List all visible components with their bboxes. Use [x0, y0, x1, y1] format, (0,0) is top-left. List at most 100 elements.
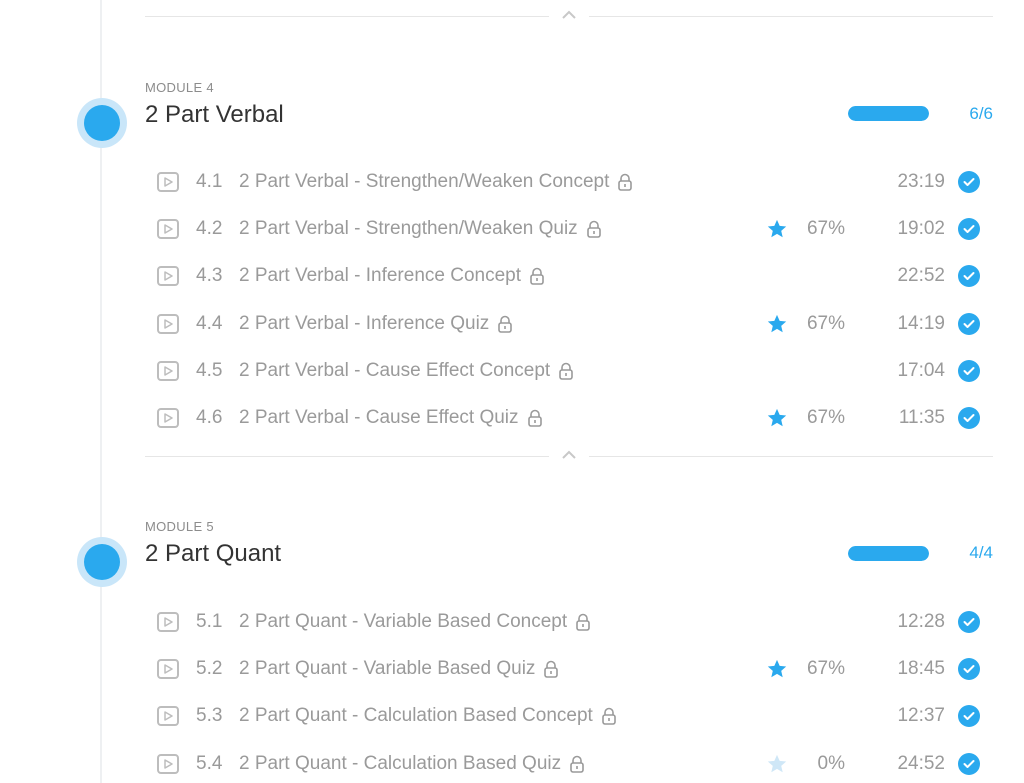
lock-icon [527, 409, 543, 427]
lesson-row[interactable]: 4.2 2 Part Verbal - Strengthen/Weaken Qui… [145, 214, 993, 244]
lesson-row[interactable]: 5.4 2 Part Quant - Calculation Based Quiz… [145, 749, 993, 779]
lesson-duration: 12:28 [897, 611, 945, 632]
lesson-title[interactable]: 2 Part Quant - Variable Based Quiz [239, 658, 535, 680]
lesson-row[interactable]: 4.1 2 Part Verbal - Strengthen/Weaken Con… [145, 167, 993, 197]
lesson-row[interactable]: 4.5 2 Part Verbal - Cause Effect Concept 1… [145, 356, 993, 386]
completed-check-icon [958, 611, 980, 633]
play-video-icon[interactable] [157, 612, 179, 632]
lesson-title-wrap[interactable]: 2 Part Quant - Calculation Based Concept [239, 705, 617, 727]
lesson-score: 67% [806, 218, 845, 240]
score-star-icon [766, 753, 788, 780]
score-star-icon [766, 407, 788, 434]
play-video-icon[interactable] [157, 659, 179, 680]
play-video-icon[interactable] [157, 408, 179, 428]
completed-check-icon [958, 752, 980, 775]
module-4-progress-count: 6/6 [969, 104, 993, 123]
lesson-number: 4.5 [196, 359, 223, 381]
module-4-title[interactable]: 2 Part Verbal [145, 101, 284, 129]
collapse-chevron-up-icon[interactable] [549, 5, 589, 25]
lesson-duration: 18:45 [897, 658, 945, 680]
module-5-timeline-dot [77, 537, 127, 587]
lesson-duration: 11:35 [898, 407, 945, 428]
lesson-number: 5.3 [196, 705, 223, 727]
lesson-title-wrap[interactable]: 2 Part Verbal - Inference Concept [239, 265, 545, 287]
lesson-title-wrap[interactable]: 2 Part Verbal - Cause Effect Quiz [239, 407, 543, 429]
lock-icon [497, 315, 513, 333]
lesson-duration: 22:52 [897, 265, 945, 287]
completed-check-icon [958, 705, 980, 728]
lesson-title[interactable]: 2 Part Verbal - Inference Concept [239, 265, 521, 287]
module-5-title[interactable]: 2 Part Quant [145, 540, 281, 568]
collapse-chevron-up-icon[interactable] [549, 445, 589, 465]
completed-check-icon [958, 265, 980, 288]
completed-check-icon [958, 218, 980, 241]
lesson-title[interactable]: 2 Part Quant - Calculation Based Concept [239, 705, 593, 727]
lesson-number: 4.3 [196, 265, 223, 287]
lesson-title[interactable]: 2 Part Verbal - Strengthen/Weaken Quiz [239, 218, 578, 240]
lesson-title[interactable]: 2 Part Verbal - Inference Quiz [239, 313, 489, 335]
lesson-title-wrap[interactable]: 2 Part Verbal - Strengthen/Weaken Quiz [239, 218, 602, 240]
lesson-title-wrap[interactable]: 2 Part Verbal - Strengthen/Weaken Concep… [239, 171, 633, 193]
lock-icon [575, 613, 591, 631]
lesson-row[interactable]: 4.4 2 Part Verbal - Inference Quiz 67% 14:1… [145, 309, 993, 339]
lesson-number: 4.1 [196, 171, 223, 192]
lesson-duration: 19:02 [897, 218, 945, 240]
completed-check-icon [958, 312, 980, 335]
lesson-title[interactable]: 2 Part Verbal - Cause Effect Concept [239, 360, 550, 382]
lesson-score: 67% [806, 407, 845, 428]
module-5-progress-count: 4/4 [969, 543, 993, 562]
lesson-title-wrap[interactable]: 2 Part Verbal - Cause Effect Concept [239, 360, 574, 382]
lesson-number: 5.2 [196, 658, 223, 680]
section-divider [145, 445, 993, 465]
completed-check-icon [958, 171, 980, 193]
lesson-number: 5.4 [196, 752, 223, 774]
lesson-title[interactable]: 2 Part Quant - Variable Based Concept [239, 611, 567, 633]
module-5-progress-fill [848, 546, 929, 561]
play-video-icon[interactable] [157, 219, 179, 240]
module-4-timeline-dot [77, 98, 127, 148]
score-star-icon [766, 658, 788, 685]
lesson-row[interactable]: 5.1 2 Part Quant - Variable Based Concept… [145, 607, 993, 637]
lesson-score: 67% [806, 312, 845, 334]
play-video-icon[interactable] [157, 706, 179, 727]
lesson-row[interactable]: 5.2 2 Part Quant - Variable Based Quiz 67%… [145, 654, 993, 684]
lesson-title-wrap[interactable]: 2 Part Quant - Variable Based Quiz [239, 658, 559, 680]
module-5-label: MODULE 5 [145, 519, 214, 534]
module-4-progress-bar [848, 106, 929, 121]
lesson-score: 67% [806, 658, 845, 680]
completed-check-icon [958, 407, 980, 429]
lock-icon [601, 707, 617, 726]
lesson-title-wrap[interactable]: 2 Part Quant - Calculation Based Quiz [239, 753, 585, 775]
lesson-duration: 24:52 [897, 752, 945, 774]
lesson-title[interactable]: 2 Part Verbal - Cause Effect Quiz [239, 407, 519, 429]
lock-icon [529, 267, 545, 286]
module-4-label: MODULE 4 [145, 80, 214, 95]
lesson-title[interactable]: 2 Part Verbal - Strengthen/Weaken Concep… [239, 171, 609, 193]
play-video-icon[interactable] [157, 266, 179, 287]
lesson-number: 4.6 [196, 407, 223, 428]
score-star-icon [766, 218, 788, 245]
lesson-title-wrap[interactable]: 2 Part Verbal - Inference Quiz [239, 313, 513, 335]
lesson-row[interactable]: 4.6 2 Part Verbal - Cause Effect Quiz 67% 1… [145, 403, 993, 433]
module-4-progress-fill [848, 106, 929, 121]
lock-icon [558, 362, 574, 380]
completed-check-icon [958, 658, 980, 681]
lock-icon [569, 755, 585, 773]
lesson-duration: 12:37 [897, 705, 945, 727]
lesson-number: 4.4 [196, 312, 223, 334]
module-5-progress-bar [848, 546, 929, 561]
lesson-row[interactable]: 4.3 2 Part Verbal - Inference Concept 22:5… [145, 261, 993, 291]
lesson-duration: 14:19 [897, 312, 945, 334]
play-video-icon[interactable] [157, 753, 179, 774]
lesson-title-wrap[interactable]: 2 Part Quant - Variable Based Concept [239, 611, 591, 633]
lesson-number: 4.2 [196, 218, 223, 240]
section-divider [145, 5, 993, 25]
play-video-icon[interactable] [157, 172, 179, 192]
lesson-row[interactable]: 5.3 2 Part Quant - Calculation Based Conc… [145, 701, 993, 731]
lock-icon [543, 660, 559, 678]
play-video-icon[interactable] [157, 360, 179, 381]
lesson-title[interactable]: 2 Part Quant - Calculation Based Quiz [239, 753, 561, 775]
completed-check-icon [958, 359, 980, 382]
play-video-icon[interactable] [157, 313, 179, 334]
lesson-duration: 17:04 [897, 359, 945, 381]
